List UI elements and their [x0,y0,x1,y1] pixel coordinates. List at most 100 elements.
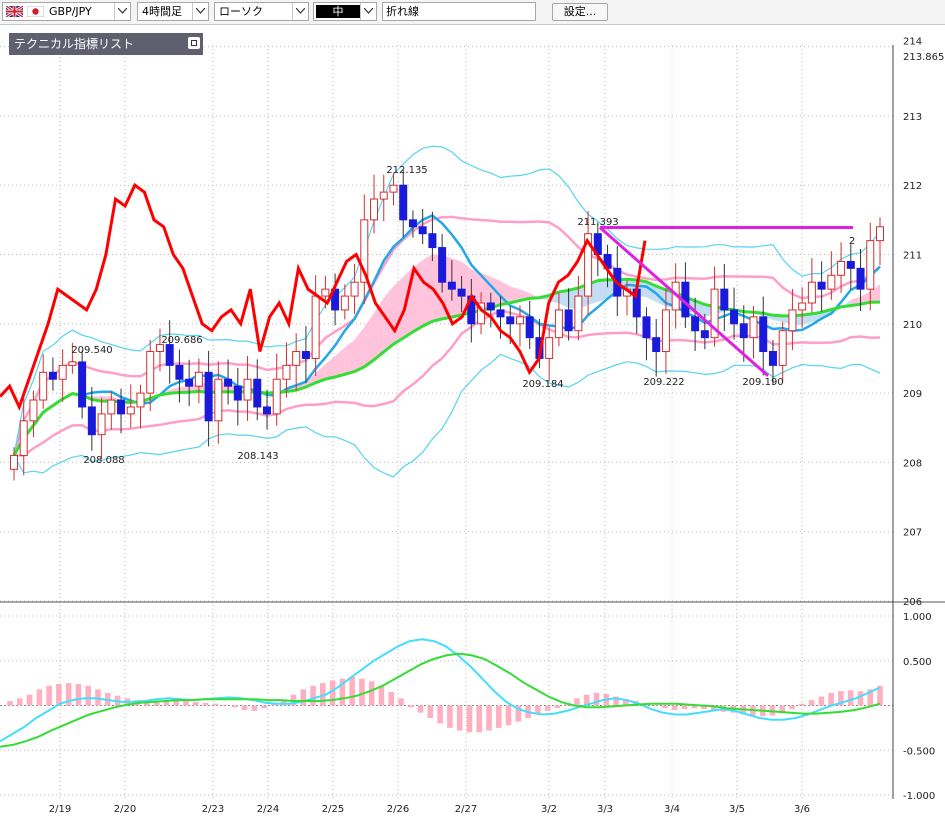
candle-body [97,413,106,436]
candle-body [350,281,359,297]
candle-body [876,226,884,242]
candle-body [807,281,816,304]
cloud-segment [354,327,365,372]
candle-body [87,406,96,436]
x-tick-label: 3/6 [794,804,810,815]
chevron-down-icon[interactable] [360,3,376,20]
macd-histogram-bar [798,703,805,706]
candle-body [204,371,213,422]
y-tick-label: 212 [903,181,922,192]
chart-type-label: ローソク [219,5,263,18]
indicator-list-panel[interactable]: テクニカル指標リスト [9,33,203,55]
chart-size-select[interactable]: 中 [313,2,377,21]
macd-histogram-bar [388,692,395,706]
candle-body [126,406,135,415]
candle-body [408,219,417,228]
candle-body [311,295,320,359]
chart-type-select[interactable]: ローソク [214,2,309,21]
cloud-segment [335,347,345,378]
macd-y-tick-label: 1.000 [903,612,932,623]
candle-body [778,330,787,366]
macd-histogram-bar [466,705,473,733]
macd-histogram-bar [544,705,551,711]
currency-pair-select[interactable]: GBP/JPY [2,2,131,21]
candle-body [447,281,456,290]
macd-histogram-bar [232,705,238,708]
candle-body [272,378,281,415]
price-annotation: 209.686 [161,335,202,346]
cloud-segment [364,312,375,367]
price-annotation: 208.088 [83,455,124,466]
candle-body [768,351,777,366]
y-tick-label: 214 [903,37,922,48]
timeframe-select[interactable]: 4時間足 [137,2,209,21]
ichimoku-cloud [14,254,880,456]
candle-body [506,316,515,325]
macd-histogram-bar [681,705,688,710]
y-tick-label: 210 [903,320,922,331]
restore-icon[interactable] [188,37,200,49]
macd-histogram-bar [222,704,228,706]
candle-body [19,420,28,456]
candle-body [379,191,388,200]
macd-histogram-bar [456,705,463,731]
macd-histogram-bar [818,696,825,706]
candle-body [321,288,330,297]
macd-histogram-bar [300,689,307,706]
macd-histogram-bar [407,705,414,708]
macd-panel [0,638,883,748]
candle-body [457,288,466,297]
candle-body [554,309,563,339]
macd-histogram-bar [261,705,267,709]
candle-body [78,361,87,408]
candle-body [749,316,758,339]
macd-histogram-bar [671,705,678,710]
candle-body [730,309,739,325]
candle-body [739,323,748,339]
settings-button[interactable]: 設定... [552,3,608,21]
y-tick-label: 209 [903,389,922,400]
x-tick-label: 2/20 [114,804,136,815]
chevron-down-icon[interactable] [292,3,308,20]
macd-histogram-bar [359,678,365,706]
macd-histogram-bar [212,703,219,706]
macd-histogram-bar [486,705,492,731]
japan-flag-icon [27,6,44,17]
candle-body [486,302,495,311]
macd-histogram-bar [574,698,580,706]
currency-pair-label: GBP/JPY [49,5,92,18]
candle-body [224,378,233,387]
macd-histogram-bar [46,685,52,706]
price-annotation: 2 [849,236,855,247]
macd-histogram-bar [857,691,864,706]
candle-body [136,392,145,408]
chevron-down-icon[interactable] [114,3,130,20]
price-annotation: 212.135 [386,165,427,176]
macd-histogram-bar [251,705,258,711]
line-type-field[interactable]: 折れ線 [382,2,536,21]
x-tick-label: 2/23 [202,804,224,815]
x-tick-label: 2/19 [49,804,71,815]
macd-histogram-bar [554,705,561,709]
macd-histogram-bar [173,701,179,706]
macd-histogram-bar [56,684,62,706]
x-tick-label: 3/3 [597,804,613,815]
candle-body [301,351,310,359]
macd-histogram-bar [378,685,385,706]
price-annotation: 209.190 [742,377,783,388]
candle-body [68,361,77,366]
timeframe-label: 4時間足 [142,5,182,18]
candle-body [253,378,262,408]
candle-body [837,260,846,276]
candle-body [496,309,505,318]
candle-body [866,240,875,290]
chevron-down-icon[interactable] [192,3,208,20]
macd-histogram-bar [192,701,199,706]
macd-histogram-bar [398,698,404,706]
macd-histogram-bar [593,692,600,706]
candle-body [545,337,554,359]
macd-histogram-bar [241,705,248,710]
macd-histogram-bar [36,689,43,706]
macd-histogram-bar [417,705,424,713]
price-annotation: 209.222 [643,377,684,388]
